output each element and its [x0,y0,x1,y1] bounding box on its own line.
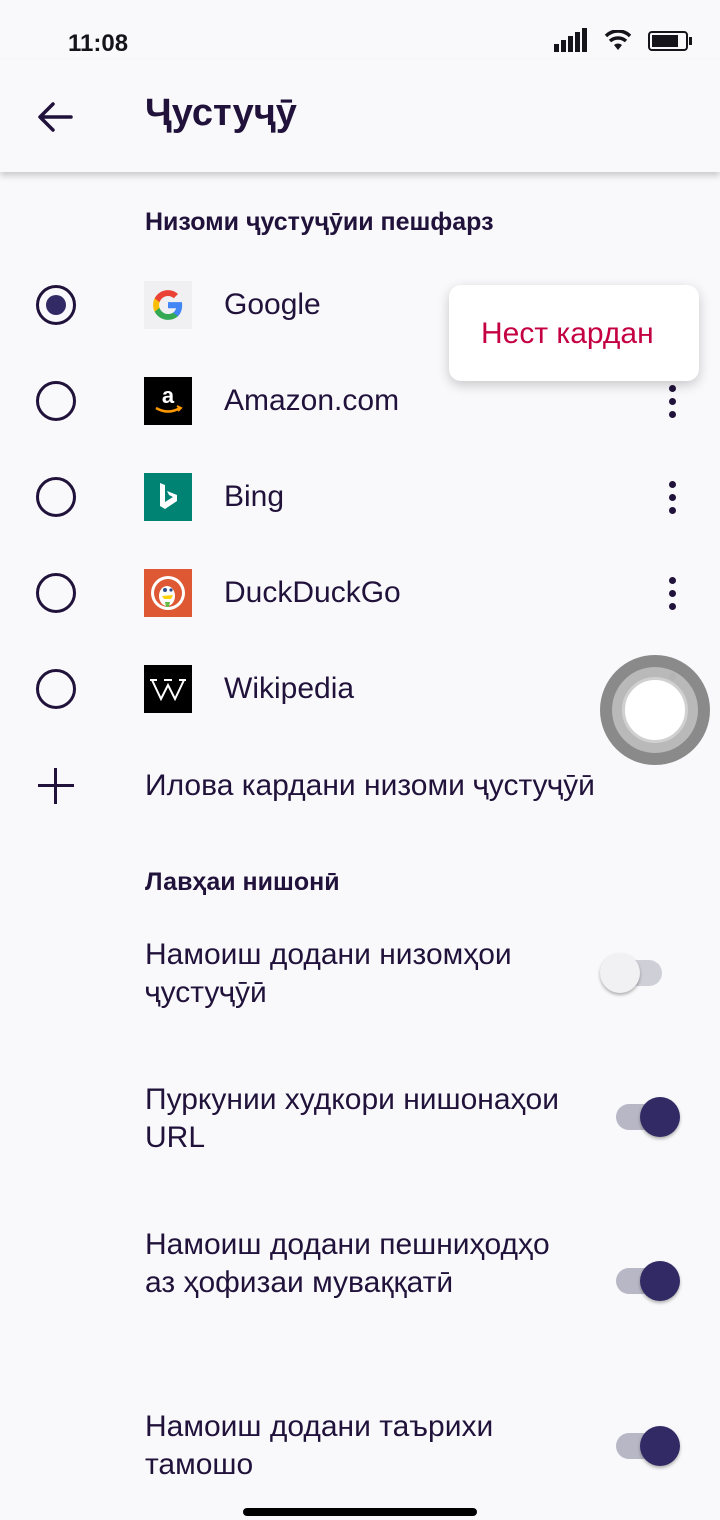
engine-label: DuckDuckGo [224,576,401,609]
signal-icon [554,28,587,52]
amazon-logo-icon: a [144,377,192,425]
wifi-icon [604,30,632,50]
engine-label: Amazon.com [224,384,400,417]
status-time: 11:08 [68,30,129,57]
more-options-icon[interactable] [654,473,690,521]
more-options-icon[interactable] [654,377,690,425]
wikipedia-logo-icon [144,665,192,713]
bing-logo-icon [144,473,192,521]
setting-browsing-history[interactable]: Намоиш додани таърихи тамошо [0,1408,720,1488]
toggle-switch[interactable] [600,953,670,993]
add-search-engine-label: Илова кардани низоми ҷустуҷӯӣ [145,769,595,802]
svg-text:a: a [162,383,175,408]
default-search-header: Низоми ҷустуҷӯии пешфарз [145,208,494,236]
engine-label: Google [224,288,321,321]
setting-label: Намоиш додани таърихи тамошо [145,1410,494,1481]
page-title: Ҷустуҷӯ [145,92,297,134]
more-options-icon[interactable] [654,569,690,617]
engine-row-bing[interactable]: Bing [0,449,720,545]
engine-label: Bing [224,480,285,513]
status-icons [554,28,694,54]
toggle-thumb [600,953,640,993]
toggle-switch[interactable] [600,1426,680,1466]
duckduckgo-logo-icon [144,569,192,617]
back-button[interactable] [30,92,80,142]
radio-amazon[interactable] [36,381,76,421]
toggle-thumb [640,1426,680,1466]
delete-menu-item[interactable]: Нест кардан [481,317,654,351]
toggle-thumb [640,1097,680,1137]
setting-label: Намоиш додани низомҳои ҷустуҷӯӣ [145,938,512,1009]
battery-icon [648,31,692,51]
toggle-switch[interactable] [600,1261,680,1301]
radio-bing[interactable] [36,477,76,517]
home-indicator[interactable] [243,1508,477,1516]
popup-menu: Нест кардан [449,285,699,381]
setting-label: Пуркунии худкори нишонаҳои URL [145,1083,559,1154]
google-logo-icon [144,281,192,329]
toolbar: Ҷустуҷӯ [0,60,720,172]
engine-row-duckduckgo[interactable]: DuckDuckGo [0,545,720,641]
radio-google[interactable] [36,285,76,325]
radio-wikipedia[interactable] [36,669,76,709]
back-arrow-icon [38,102,73,132]
toggle-switch[interactable] [600,1097,680,1137]
address-bar-header: Лавҳаи нишонӣ [145,868,340,896]
setting-label: Намоиш додани пешниҳодҳо аз ҳофизаи мува… [145,1228,550,1299]
radio-duckduckgo[interactable] [36,573,76,613]
setting-url-autocomplete[interactable]: Пуркунии худкори нишонаҳои URL [0,1081,720,1161]
touch-indicator [600,655,710,765]
setting-clipboard-suggestions[interactable]: Намоиш додани пешниҳодҳо аз ҳофизаи мува… [0,1226,720,1344]
touch-center [622,677,688,743]
engine-label: Wikipedia [224,672,355,705]
toggle-thumb [640,1261,680,1301]
add-search-engine-button[interactable]: Илова кардани низоми ҷустуҷӯӣ [0,738,720,834]
plus-icon [36,766,76,806]
setting-show-search-engines[interactable]: Намоиш додани низомҳои ҷустуҷӯӣ [0,936,720,1016]
